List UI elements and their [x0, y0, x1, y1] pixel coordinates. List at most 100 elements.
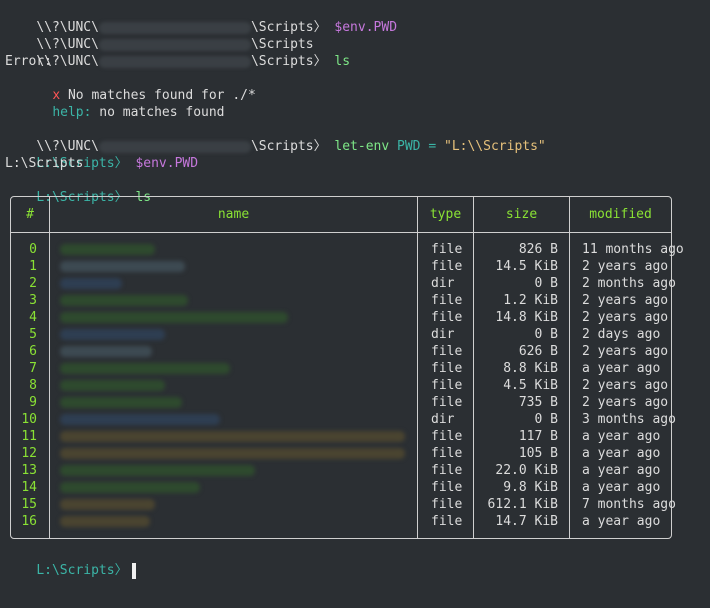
row-modified: a year ago [582, 514, 661, 529]
scripts-suffix: \Scripts [250, 139, 314, 154]
scripts-suffix: \Scripts [250, 54, 314, 69]
row-type: dir [431, 412, 455, 427]
row-size: 8.8 KiB [503, 361, 558, 376]
help-label: help: [52, 105, 92, 120]
row-type: file [431, 480, 463, 495]
row-size: 14.5 KiB [495, 259, 558, 274]
prompt-line-3: \\?\UNC\ \Scripts〉 ls [5, 36, 350, 69]
row-index: 4 [29, 310, 37, 325]
row-modified: a year ago [582, 446, 661, 461]
row-name-redacted [60, 258, 420, 275]
redacted-filename [60, 414, 220, 425]
row-type: file [431, 446, 463, 461]
prompt-line-final[interactable]: L:\Scripts〉 [5, 545, 136, 579]
error-label: Error: [5, 54, 52, 69]
prompt-arrow: 〉 [313, 54, 327, 69]
prompt-line-6: L:\Scripts 〉 $env.PWD [5, 138, 198, 171]
redacted-filename [60, 482, 200, 493]
prompt-arrow: 〉 [313, 20, 327, 35]
prompt-line-8: L:\Scripts〉 ls [5, 172, 151, 205]
row-size: 105 B [518, 446, 558, 461]
row-size: 612.1 KiB [487, 497, 558, 512]
row-index: 3 [29, 293, 37, 308]
row-size: 0 B [534, 276, 558, 291]
row-name-redacted [60, 411, 420, 428]
row-modified: 2 months ago [582, 276, 676, 291]
row-modified: 2 years ago [582, 293, 669, 308]
redacted-filename [60, 465, 255, 476]
redacted-filename [60, 448, 405, 459]
error-message: x No matches found for ./* [21, 70, 256, 103]
row-name-redacted [60, 428, 420, 445]
prompt-line-1: \\?\UNC\ \Scripts〉 $env.PWD [5, 2, 397, 35]
row-name-redacted [60, 309, 420, 326]
redacted-filename [60, 278, 122, 289]
command-env-var: $env.PWD [334, 20, 398, 35]
redacted-filename [60, 244, 155, 255]
row-size: 22.0 KiB [495, 463, 558, 478]
row-type: file [431, 293, 463, 308]
row-name-redacted [60, 394, 420, 411]
prompt-arrow: 〉 [114, 156, 128, 171]
row-index: 6 [29, 344, 37, 359]
row-name-redacted [60, 292, 420, 309]
output-line-7: L:\Scripts [5, 156, 84, 171]
row-type: file [431, 429, 463, 444]
header-name: name [217, 207, 250, 222]
help-message: help: no matches found [21, 87, 224, 120]
row-size: 117 B [518, 429, 558, 444]
terminal-window[interactable]: \\?\UNC\ \Scripts〉 $env.PWD \\?\UNC\ \Scri… [0, 0, 710, 608]
row-modified: 2 years ago [582, 378, 669, 393]
row-index: 13 [21, 463, 37, 478]
redacted-host [98, 55, 251, 68]
row-size: 4.5 KiB [503, 378, 558, 393]
row-index: 14 [21, 480, 37, 495]
row-index: 7 [29, 361, 37, 376]
header-type: type [429, 207, 462, 222]
text-cursor[interactable] [131, 562, 136, 579]
row-modified: 11 months ago [582, 242, 684, 257]
command-string: "L:\\Scripts" [444, 139, 546, 154]
redacted-filename [60, 499, 155, 510]
row-name-redacted [60, 275, 420, 292]
row-name-redacted [60, 241, 420, 258]
row-name-redacted [60, 326, 420, 343]
row-size: 14.7 KiB [495, 514, 558, 529]
column-divider [49, 197, 50, 538]
help-text: no matches found [91, 105, 225, 120]
header-modified: modified [589, 207, 652, 222]
redacted-filename [60, 295, 188, 306]
row-name-redacted [60, 360, 420, 377]
row-modified: 2 years ago [582, 310, 669, 325]
row-name-redacted [60, 445, 420, 462]
row-modified: a year ago [582, 429, 661, 444]
row-size: 626 B [518, 344, 558, 359]
row-type: file [431, 310, 463, 325]
row-type: file [431, 378, 463, 393]
row-size: 826 B [518, 242, 558, 257]
redacted-filename [60, 346, 152, 357]
header-size: size [505, 207, 538, 222]
row-modified: a year ago [582, 463, 661, 478]
command-args: PWD = [389, 139, 444, 154]
redacted-filename [60, 363, 230, 374]
column-divider [569, 197, 570, 538]
row-modified: a year ago [582, 361, 661, 376]
row-type: dir [431, 276, 455, 291]
row-name-redacted [60, 496, 420, 513]
prompt-path: L:\Scripts [36, 563, 115, 578]
row-index: 2 [29, 276, 37, 291]
row-name-redacted [60, 462, 420, 479]
prompt-arrow: 〉 [114, 563, 128, 578]
redacted-filename [60, 516, 150, 527]
row-index: 12 [21, 446, 37, 461]
command-let-env: let-env [334, 139, 390, 154]
row-modified: 2 years ago [582, 395, 669, 410]
row-name-redacted [60, 377, 420, 394]
command-env-var: $env.PWD [135, 156, 199, 171]
row-index: 9 [29, 395, 37, 410]
row-type: dir [431, 327, 455, 342]
row-size: 14.8 KiB [495, 310, 558, 325]
row-size: 0 B [534, 412, 558, 427]
row-index: 5 [29, 327, 37, 342]
